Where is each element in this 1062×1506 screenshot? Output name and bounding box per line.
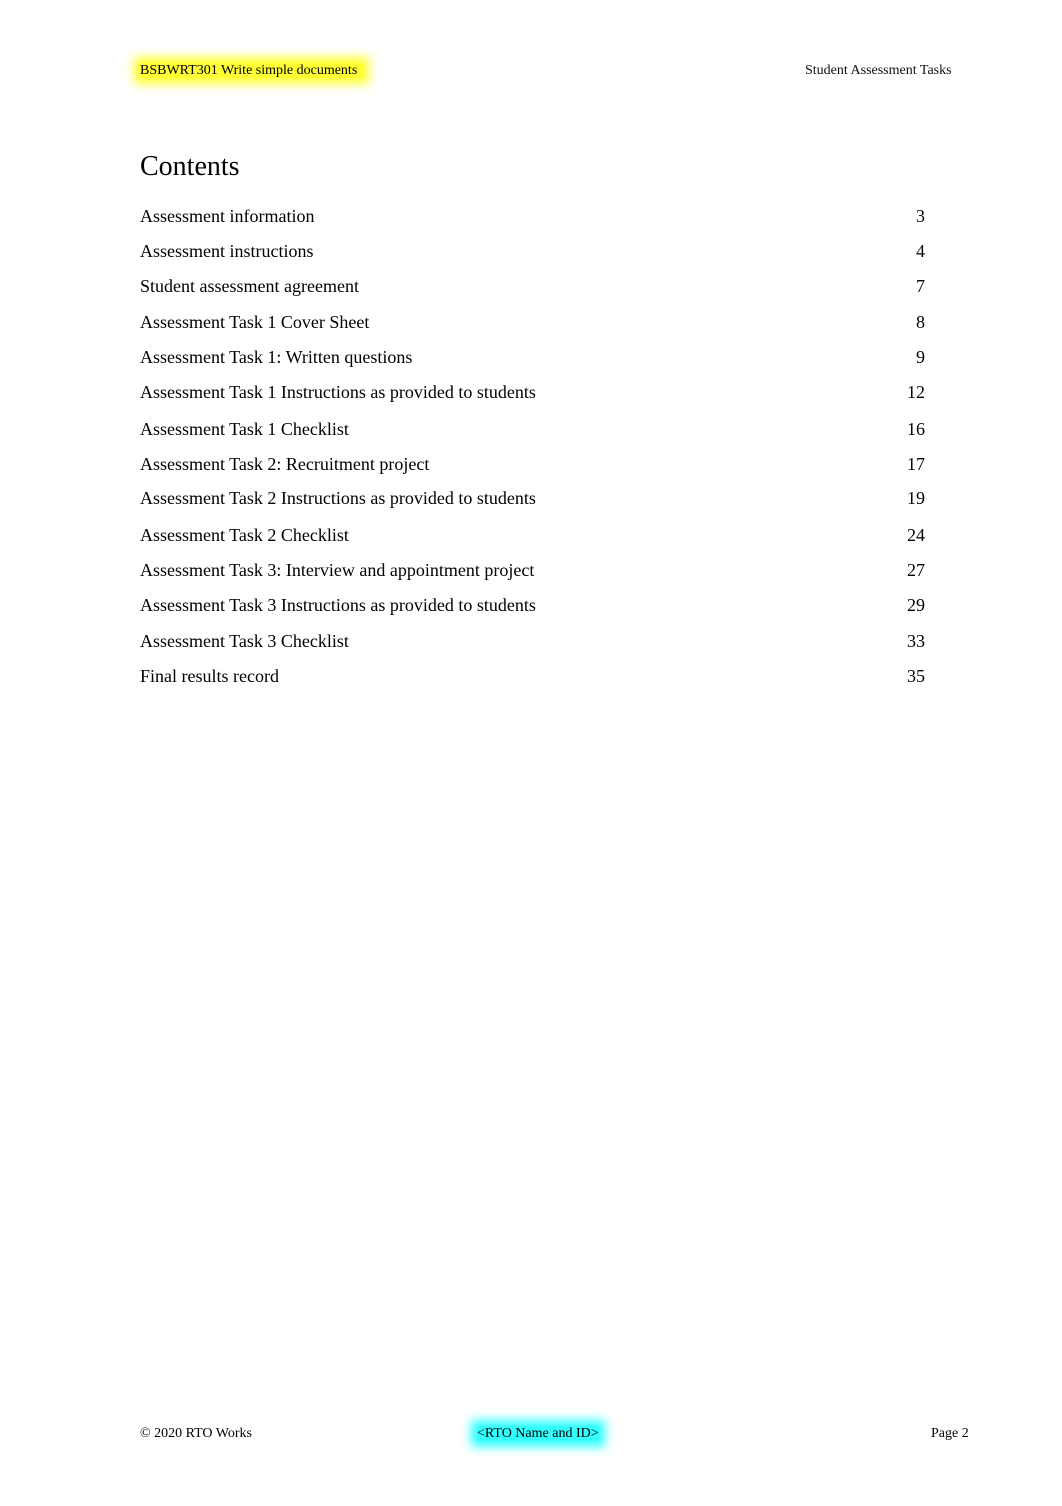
footer-page-number: Page 2: [931, 1426, 969, 1441]
toc-entry-page: 12: [907, 382, 925, 402]
toc-entry-label: Assessment Task 3 Instructions as provid…: [140, 595, 536, 615]
toc-entry-page: 19: [907, 488, 925, 508]
toc-entry-label: Assessment Task 2: Recruitment project: [140, 454, 430, 474]
toc-entry-label: Assessment Task 3 Checklist: [140, 631, 349, 651]
toc-entry-page: 35: [907, 666, 925, 686]
toc-entry-label: Assessment Task 1 Cover Sheet: [140, 312, 370, 332]
toc-entry[interactable]: Final results record 35: [140, 665, 925, 687]
toc-entry-page: 3: [916, 206, 925, 226]
toc-entry-page: 29: [907, 595, 925, 615]
header-unit-title: BSBWRT301 Write simple documents: [140, 63, 364, 79]
toc-entry[interactable]: Assessment Task 1 Cover Sheet 8: [140, 311, 925, 333]
toc-entry-label: Assessment Task 1 Instructions as provid…: [140, 382, 536, 402]
toc-entry-page: 27: [907, 560, 925, 580]
toc-entry-label: Assessment Task 3: Interview and appoint…: [140, 560, 535, 580]
toc-entry-label: Assessment Task 2 Instructions as provid…: [140, 488, 536, 508]
toc-entry[interactable]: Student assessment agreement 7: [140, 275, 925, 297]
toc-entry-label: Assessment Task 1 Checklist: [140, 419, 349, 439]
toc-entry-page: 16: [907, 419, 925, 439]
toc-entry-label: Final results record: [140, 666, 279, 686]
toc-entry[interactable]: Assessment Task 3 Instructions as provid…: [140, 594, 925, 616]
toc-entry[interactable]: Assessment Task 2 Instructions as provid…: [140, 487, 925, 509]
footer-copyright: © 2020 RTO Works: [140, 1426, 252, 1441]
toc-entry[interactable]: Assessment information 3: [140, 205, 925, 227]
header-doc-type: Student Assessment Tasks: [805, 63, 952, 78]
toc-entry-page: 33: [907, 631, 925, 651]
toc-heading: Contents: [140, 151, 240, 182]
rto-name-placeholder: <RTO Name and ID>: [477, 1426, 599, 1441]
toc-entry-page: 8: [916, 312, 925, 332]
toc-entry-label: Student assessment agreement: [140, 276, 359, 296]
toc-entry[interactable]: Assessment Task 2: Recruitment project 17: [140, 453, 925, 475]
toc-entry-page: 7: [916, 276, 925, 296]
toc-entry[interactable]: Assessment Task 1 Instructions as provid…: [140, 381, 925, 403]
toc-entry[interactable]: Assessment instructions 4: [140, 240, 925, 262]
footer-rto-name: <RTO Name and ID>: [477, 1426, 599, 1442]
toc-entry-page: 9: [916, 347, 925, 367]
toc-entry-label: Assessment Task 2 Checklist: [140, 525, 349, 545]
toc-entry-page: 4: [916, 241, 925, 261]
toc-entry-page: 24: [907, 525, 925, 545]
toc-entry[interactable]: Assessment Task 3: Interview and appoint…: [140, 559, 925, 581]
toc-entry[interactable]: Assessment Task 2 Checklist 24: [140, 524, 925, 546]
toc-entry[interactable]: Assessment Task 3 Checklist 33: [140, 630, 925, 652]
toc-entry[interactable]: Assessment Task 1: Written questions 9: [140, 346, 925, 368]
toc-entry-label: Assessment instructions: [140, 241, 314, 261]
toc-entry-page: 17: [907, 454, 925, 474]
unit-title-text: BSBWRT301 Write simple documents: [140, 63, 364, 78]
toc-entry-label: Assessment information: [140, 206, 315, 226]
toc-entry[interactable]: Assessment Task 1 Checklist 16: [140, 418, 925, 440]
toc-entry-label: Assessment Task 1: Written questions: [140, 347, 413, 367]
